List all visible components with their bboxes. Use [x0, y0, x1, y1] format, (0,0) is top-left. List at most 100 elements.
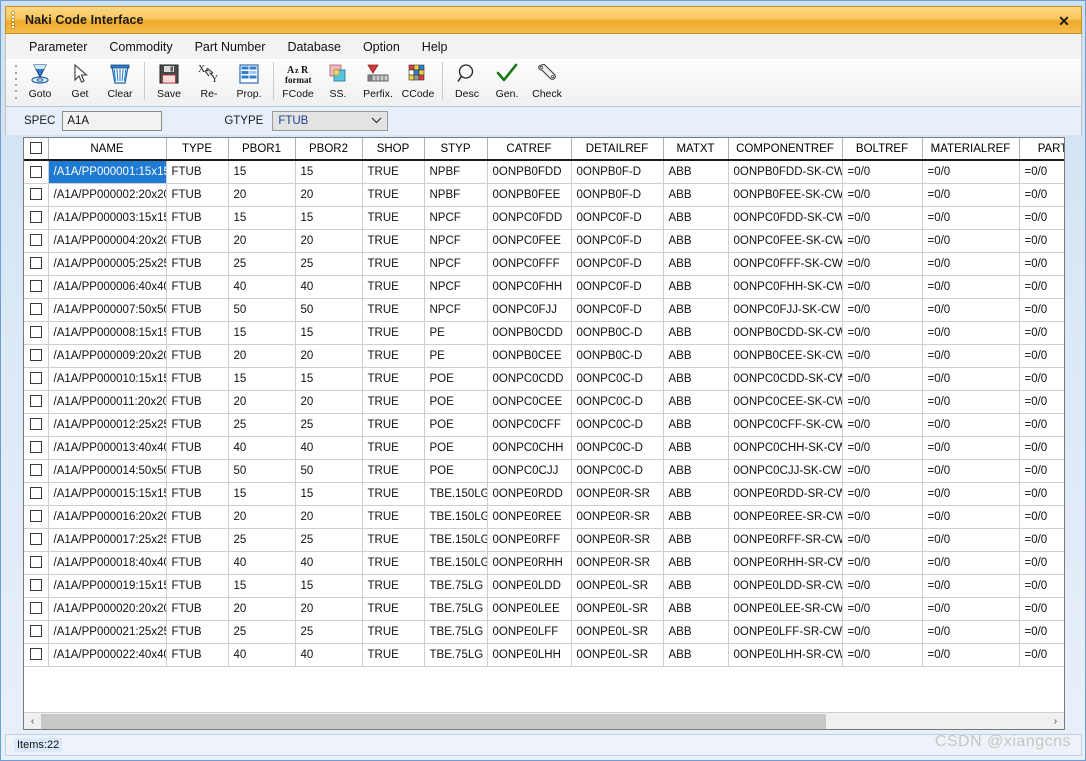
- cell-catref[interactable]: 0ONPB0CEE: [487, 344, 571, 367]
- cell-boltref[interactable]: =0/0: [842, 367, 922, 390]
- cell-matxt[interactable]: ABB: [663, 183, 728, 206]
- cell-matxt[interactable]: ABB: [663, 620, 728, 643]
- cell-matxt[interactable]: ABB: [663, 321, 728, 344]
- cell-shop[interactable]: TRUE: [362, 528, 424, 551]
- cell-catref[interactable]: 0ONPE0RFF: [487, 528, 571, 551]
- cell-pbor2[interactable]: 25: [295, 528, 362, 551]
- cell-detailref[interactable]: 0ONPC0C-D: [571, 390, 663, 413]
- cell-matxt[interactable]: ABB: [663, 275, 728, 298]
- cell-pbor1[interactable]: 15: [228, 367, 295, 390]
- cell-name[interactable]: /A1A/PP000009:20x20: [48, 344, 166, 367]
- row-checkbox[interactable]: [30, 188, 42, 200]
- table-row[interactable]: /A1A/PP000013:40x40FTUB4040TRUEPOE0ONPC0…: [24, 436, 1064, 459]
- cell-matxt[interactable]: ABB: [663, 390, 728, 413]
- toolbar-button-re[interactable]: X Y Re-: [189, 59, 229, 105]
- column-header-componentref[interactable]: COMPONENTREF: [728, 138, 842, 160]
- cell-styp[interactable]: PE: [424, 344, 487, 367]
- cell-componentref[interactable]: 0ONPE0RHH-SR-CW: [728, 551, 842, 574]
- scroll-left-arrow-icon[interactable]: ‹: [24, 714, 41, 729]
- cell-detailref[interactable]: 0ONPC0F-D: [571, 252, 663, 275]
- toolbar-button-prop[interactable]: Prop.: [229, 59, 269, 105]
- cell-name[interactable]: /A1A/PP000001:15x15: [48, 160, 166, 183]
- cell-pbor1[interactable]: 40: [228, 436, 295, 459]
- cell-name[interactable]: /A1A/PP000017:25x25: [48, 528, 166, 551]
- cell-boltref[interactable]: =0/0: [842, 459, 922, 482]
- cell-detailref[interactable]: 0ONPB0C-D: [571, 321, 663, 344]
- row-checkbox[interactable]: [30, 257, 42, 269]
- table-row[interactable]: /A1A/PP000020:20x20FTUB2020TRUETBE.75LG0…: [24, 597, 1064, 620]
- cell-name[interactable]: /A1A/PP000005:25x25: [48, 252, 166, 275]
- row-checkbox[interactable]: [30, 487, 42, 499]
- table-row[interactable]: /A1A/PP000007:50x50FTUB5050TRUENPCF0ONPC…: [24, 298, 1064, 321]
- cell-componentref[interactable]: 0ONPE0REE-SR-CW: [728, 505, 842, 528]
- menu-item-commodity[interactable]: Commodity: [98, 37, 183, 57]
- cell-type[interactable]: FTUB: [166, 183, 228, 206]
- table-row[interactable]: /A1A/PP000021:25x25FTUB2525TRUETBE.75LG0…: [24, 620, 1064, 643]
- column-header-name[interactable]: NAME: [48, 138, 166, 160]
- gtype-select[interactable]: FTUB: [272, 111, 388, 131]
- cell-name[interactable]: /A1A/PP000008:15x15: [48, 321, 166, 344]
- cell-boltref[interactable]: =0/0: [842, 275, 922, 298]
- cell-boltref[interactable]: =0/0: [842, 413, 922, 436]
- menu-item-part-number[interactable]: Part Number: [184, 37, 277, 57]
- cell-partref[interactable]: =0/0: [1019, 390, 1064, 413]
- cell-detailref[interactable]: 0ONPC0C-D: [571, 413, 663, 436]
- row-checkbox[interactable]: [30, 648, 42, 660]
- column-header-pbor2[interactable]: PBOR2: [295, 138, 362, 160]
- cell-boltref[interactable]: =0/0: [842, 551, 922, 574]
- cell-styp[interactable]: PE: [424, 321, 487, 344]
- cell-partref[interactable]: =0/0: [1019, 321, 1064, 344]
- cell-type[interactable]: FTUB: [166, 482, 228, 505]
- cell-type[interactable]: FTUB: [166, 551, 228, 574]
- cell-name[interactable]: /A1A/PP000006:40x40: [48, 275, 166, 298]
- cell-pbor1[interactable]: 15: [228, 160, 295, 183]
- cell-detailref[interactable]: 0ONPC0F-D: [571, 298, 663, 321]
- cell-matxt[interactable]: ABB: [663, 413, 728, 436]
- cell-styp[interactable]: POE: [424, 459, 487, 482]
- cell-materialref[interactable]: =0/0: [922, 436, 1019, 459]
- cell-detailref[interactable]: 0ONPB0F-D: [571, 160, 663, 183]
- cell-type[interactable]: FTUB: [166, 275, 228, 298]
- cell-catref[interactable]: 0ONPE0RHH: [487, 551, 571, 574]
- row-checkbox-cell[interactable]: [24, 275, 48, 298]
- cell-boltref[interactable]: =0/0: [842, 505, 922, 528]
- toolbar-button-ccode[interactable]: CCode: [398, 59, 438, 105]
- cell-materialref[interactable]: =0/0: [922, 643, 1019, 666]
- cell-detailref[interactable]: 0ONPB0F-D: [571, 183, 663, 206]
- cell-detailref[interactable]: 0ONPC0F-D: [571, 275, 663, 298]
- row-checkbox-cell[interactable]: [24, 505, 48, 528]
- row-checkbox[interactable]: [30, 464, 42, 476]
- cell-componentref[interactable]: 0ONPE0LDD-SR-CW: [728, 574, 842, 597]
- cell-type[interactable]: FTUB: [166, 252, 228, 275]
- cell-materialref[interactable]: =0/0: [922, 597, 1019, 620]
- row-checkbox[interactable]: [30, 234, 42, 246]
- cell-materialref[interactable]: =0/0: [922, 275, 1019, 298]
- cell-matxt[interactable]: ABB: [663, 298, 728, 321]
- toolbar-button-check[interactable]: Check: [527, 59, 567, 105]
- cell-type[interactable]: FTUB: [166, 298, 228, 321]
- cell-boltref[interactable]: =0/0: [842, 597, 922, 620]
- cell-boltref[interactable]: =0/0: [842, 344, 922, 367]
- cell-pbor2[interactable]: 40: [295, 275, 362, 298]
- toolbar-button-fcode[interactable]: A z R format FCode: [278, 59, 318, 105]
- cell-matxt[interactable]: ABB: [663, 551, 728, 574]
- cell-materialref[interactable]: =0/0: [922, 367, 1019, 390]
- cell-materialref[interactable]: =0/0: [922, 229, 1019, 252]
- table-row[interactable]: /A1A/PP000017:25x25FTUB2525TRUETBE.150LG…: [24, 528, 1064, 551]
- cell-catref[interactable]: 0ONPC0FEE: [487, 229, 571, 252]
- cell-matxt[interactable]: ABB: [663, 206, 728, 229]
- cell-pbor1[interactable]: 15: [228, 574, 295, 597]
- table-row[interactable]: /A1A/PP000016:20x20FTUB2020TRUETBE.150LG…: [24, 505, 1064, 528]
- cell-catref[interactable]: 0ONPC0CHH: [487, 436, 571, 459]
- cell-pbor1[interactable]: 15: [228, 321, 295, 344]
- cell-detailref[interactable]: 0ONPE0L-SR: [571, 643, 663, 666]
- cell-pbor2[interactable]: 40: [295, 436, 362, 459]
- cell-shop[interactable]: TRUE: [362, 413, 424, 436]
- column-header-partref[interactable]: PARTREF: [1019, 138, 1064, 160]
- row-checkbox[interactable]: [30, 372, 42, 384]
- cell-detailref[interactable]: 0ONPE0R-SR: [571, 505, 663, 528]
- row-checkbox[interactable]: [30, 625, 42, 637]
- cell-catref[interactable]: 0ONPC0FDD: [487, 206, 571, 229]
- cell-pbor1[interactable]: 15: [228, 206, 295, 229]
- menu-item-help[interactable]: Help: [411, 37, 459, 57]
